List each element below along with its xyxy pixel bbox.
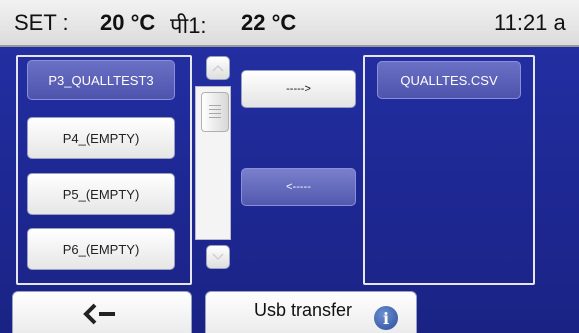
scroll-up-button[interactable] (206, 56, 230, 80)
program-item-p6[interactable]: P6_(EMPTY) (27, 228, 175, 270)
usb-transfer-label: Usb transfer (254, 300, 353, 320)
back-button[interactable] (12, 291, 192, 333)
status-header: SET : 20 °C पी1: 22 °C 11:21 a (0, 0, 579, 47)
scroll-down-button[interactable] (206, 245, 230, 269)
arrow-left-icon (83, 303, 115, 325)
clock: 11:21 a (494, 10, 566, 35)
program-item-p4[interactable]: P4_(EMPTY) (27, 117, 175, 159)
chevron-down-icon (212, 253, 224, 261)
usb-transfer-screen: SET : 20 °C पी1: 22 °C 11:21 a P3_QUALLT… (0, 0, 579, 333)
usb-file-item[interactable]: QUALLTES.CSV (377, 61, 521, 99)
probe-temperature: 22 °C (241, 10, 297, 35)
probe-label: पी1: (170, 13, 207, 38)
scroll-thumb[interactable] (201, 92, 229, 132)
program-item-p5[interactable]: P5_(EMPTY) (27, 173, 175, 215)
set-temperature: 20 °C (100, 10, 156, 35)
transfer-from-usb-button[interactable]: <----- (241, 168, 356, 206)
chevron-up-icon (212, 64, 224, 72)
usb-transfer-button[interactable]: Usb transfer i (205, 291, 417, 333)
program-item-p3[interactable]: P3_QUALLTEST3 (27, 60, 175, 100)
set-label: SET : (14, 10, 69, 35)
transfer-to-usb-button[interactable]: -----> (241, 70, 356, 108)
info-icon[interactable]: i (374, 306, 398, 330)
